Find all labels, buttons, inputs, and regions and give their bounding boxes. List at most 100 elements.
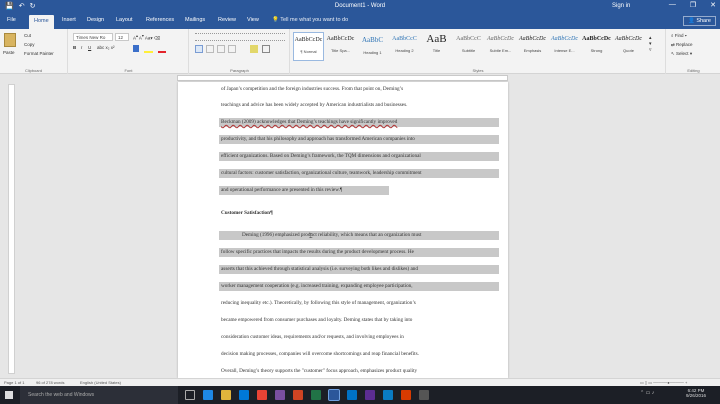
close-button[interactable]: ✕ bbox=[710, 1, 716, 9]
taskbar-search-box[interactable]: Search the web and Windows bbox=[20, 386, 178, 404]
style-quote[interactable]: AaBbCcDc Quote bbox=[613, 32, 644, 61]
style-heading-1[interactable]: AaBbC Heading 1 bbox=[357, 32, 388, 61]
underline-button[interactable]: U bbox=[88, 45, 91, 50]
powerpoint-icon[interactable] bbox=[293, 390, 303, 400]
style-name: Quote bbox=[623, 48, 634, 53]
clock[interactable]: 6:42 PM 9/26/2016 bbox=[686, 388, 706, 398]
tab-references[interactable]: References bbox=[146, 17, 174, 23]
app-icon[interactable] bbox=[419, 390, 429, 400]
tab-view[interactable]: View bbox=[247, 17, 259, 23]
copy-button[interactable]: Copy bbox=[24, 42, 35, 47]
tab-mailings[interactable]: Mailings bbox=[185, 17, 205, 23]
skype-icon[interactable] bbox=[383, 390, 393, 400]
body-line: reducing inequality etc.). Theoretically… bbox=[221, 300, 416, 306]
style-name: Emphasis bbox=[523, 48, 542, 53]
system-tray-icons[interactable]: ⌃ ▭ ♪ bbox=[640, 390, 654, 396]
paste-icon[interactable] bbox=[4, 33, 16, 47]
document-page[interactable]: of Japan’s competition and the foreign i… bbox=[178, 82, 508, 378]
replace-button[interactable]: ⇄ Replace bbox=[671, 42, 693, 48]
store-icon[interactable] bbox=[239, 390, 249, 400]
body-line: productivity, and that his philosophy an… bbox=[221, 136, 415, 142]
strikethrough-button[interactable]: abc x₂ x² bbox=[97, 45, 115, 50]
tab-home[interactable]: Home bbox=[29, 15, 54, 29]
tell-me-box[interactable]: 💡 Tell me what you want to do bbox=[272, 17, 348, 23]
sign-in-link[interactable]: Sign in bbox=[612, 3, 630, 9]
cut-button[interactable]: Cut bbox=[24, 33, 31, 38]
excel-icon[interactable] bbox=[311, 390, 321, 400]
italic-button[interactable]: I bbox=[81, 45, 82, 50]
tab-file[interactable]: File bbox=[7, 17, 16, 23]
select-button[interactable]: ↖ Select ▾ bbox=[671, 51, 692, 57]
style-preview: AaBbCcDc bbox=[582, 36, 611, 42]
style-intense-emphasis[interactable]: AaBbCcDc Intense E... bbox=[549, 32, 580, 61]
align-center-button[interactable] bbox=[206, 45, 214, 53]
body-line: Beckman (2009) acknowledges that Deming’… bbox=[221, 119, 398, 125]
style-preview: AaBbCcDc bbox=[519, 36, 546, 42]
tab-layout[interactable]: Layout bbox=[116, 17, 133, 23]
text-effects-icon[interactable] bbox=[133, 45, 139, 52]
word-count[interactable]: 96 of 278 words bbox=[36, 380, 64, 385]
style-subtitle[interactable]: AaBbCcC Subtitle bbox=[453, 32, 484, 61]
body-line: efficient organizations. Based on Deming… bbox=[221, 153, 421, 159]
language-status[interactable]: English (United States) bbox=[80, 380, 121, 385]
style-name: Strong bbox=[590, 48, 603, 53]
find-button[interactable]: ⌕ Find ▾ bbox=[671, 33, 687, 38]
font-color-icon[interactable] bbox=[158, 51, 166, 53]
app-icon[interactable] bbox=[401, 390, 411, 400]
paste-button[interactable]: Paste bbox=[3, 50, 15, 55]
vertical-ruler[interactable] bbox=[8, 84, 15, 374]
task-view-icon[interactable] bbox=[185, 390, 195, 400]
borders-icon[interactable] bbox=[262, 45, 270, 53]
onenote-icon[interactable] bbox=[275, 390, 285, 400]
font-size-field[interactable]: 12 bbox=[115, 33, 129, 41]
justify-button[interactable] bbox=[228, 45, 236, 53]
styles-group: AaBbCcDc ¶ Normal AaBbCcDc Title Spa... Aa… bbox=[291, 29, 666, 74]
tab-review[interactable]: Review bbox=[218, 17, 236, 23]
styles-scroll-buttons[interactable]: ▴ ▾ ▿ bbox=[649, 35, 652, 53]
chrome-icon[interactable] bbox=[257, 390, 267, 400]
share-button[interactable]: 👤 Share bbox=[682, 16, 716, 26]
style-subtle-emphasis[interactable]: AaBbCcDc Subtle Em... bbox=[485, 32, 516, 61]
font-name-field[interactable]: Times New Ro bbox=[73, 33, 113, 41]
app-icon[interactable] bbox=[365, 390, 375, 400]
horizontal-ruler[interactable] bbox=[0, 74, 720, 82]
format-painter-button[interactable]: Format Painter bbox=[24, 51, 54, 56]
style-preview: AaB bbox=[426, 33, 447, 45]
word-icon[interactable] bbox=[328, 389, 340, 401]
tab-design[interactable]: Design bbox=[87, 17, 104, 23]
page-count[interactable]: Page 1 of 1 bbox=[4, 380, 24, 385]
list-buttons[interactable] bbox=[195, 33, 285, 41]
clock-date: 9/26/2016 bbox=[686, 393, 707, 398]
highlight-color-icon[interactable] bbox=[144, 51, 153, 53]
body-line: cultural factors: customer satisfaction,… bbox=[221, 170, 422, 176]
select-label: Select bbox=[676, 51, 689, 56]
body-line: asserts that this achieved through stati… bbox=[221, 266, 418, 272]
style-heading-2[interactable]: AaBbCcC Heading 2 bbox=[389, 32, 420, 61]
paragraph-group: Paragraph bbox=[190, 29, 290, 74]
style-emphasis[interactable]: AaBbCcDc Emphasis bbox=[517, 32, 548, 61]
outlook-icon[interactable] bbox=[347, 390, 357, 400]
windows-start-icon[interactable] bbox=[5, 391, 13, 399]
style-preview: AaBbCcDc bbox=[487, 36, 514, 42]
align-right-button[interactable] bbox=[217, 45, 225, 53]
style-name: Subtle Em... bbox=[489, 48, 512, 53]
shading-icon[interactable] bbox=[250, 45, 258, 53]
align-left-button[interactable] bbox=[195, 45, 203, 53]
bold-button[interactable]: B bbox=[73, 45, 76, 50]
style-title-spacing[interactable]: AaBbCcDc Title Spa... bbox=[325, 32, 356, 61]
grow-font-button[interactable]: A▴ A▾ Aa▾ ⌫ bbox=[133, 34, 160, 42]
style-strong[interactable]: AaBbCcDc Strong bbox=[581, 32, 612, 61]
minimize-button[interactable]: — bbox=[669, 1, 676, 9]
maximize-button[interactable]: ❐ bbox=[690, 1, 696, 9]
zoom-slider[interactable]: ▭ ▯ ▭ ─────●───── + bbox=[640, 380, 687, 385]
style-normal[interactable]: AaBbCcDc ¶ Normal bbox=[293, 32, 324, 61]
style-name: Intense E... bbox=[554, 48, 575, 53]
search-icon: ⌕ bbox=[671, 33, 674, 38]
body-line: and operational performance are presente… bbox=[221, 187, 343, 193]
edge-icon[interactable] bbox=[203, 390, 213, 400]
file-explorer-icon[interactable] bbox=[221, 390, 231, 400]
body-line: of Japan’s competition and the foreign i… bbox=[221, 86, 404, 92]
tab-insert[interactable]: Insert bbox=[62, 17, 76, 23]
style-title[interactable]: AaB Title bbox=[421, 32, 452, 61]
style-name: Subtitle bbox=[461, 48, 476, 53]
